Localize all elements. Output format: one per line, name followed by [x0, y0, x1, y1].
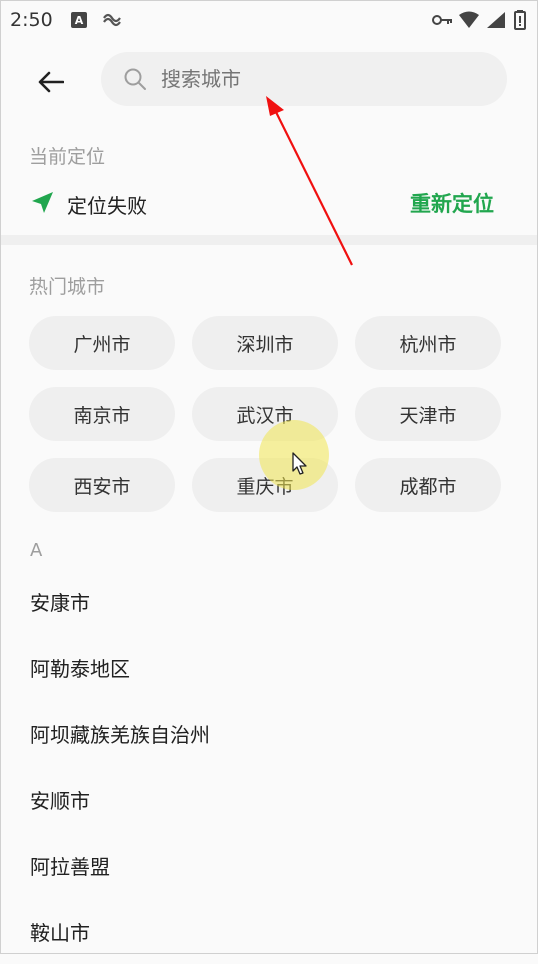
hot-city-chip[interactable]: 成都市	[355, 458, 501, 512]
a-icon: A	[71, 12, 87, 28]
hot-city-chip[interactable]: 西安市	[29, 458, 175, 512]
back-button[interactable]	[28, 62, 74, 102]
section-divider	[0, 235, 538, 245]
hot-city-chip[interactable]: 武汉市	[192, 387, 338, 441]
city-list: 安康市 阿勒泰地区 阿坝藏族羌族自治州 安顺市 阿拉善盟 鞍山市	[0, 568, 538, 964]
current-location-row: 定位失败 重新定位	[0, 180, 538, 226]
status-time: 2:50	[10, 9, 53, 31]
hot-city-chip[interactable]: 重庆市	[192, 458, 338, 512]
wifi-icon	[458, 10, 480, 30]
relocate-button[interactable]: 重新定位	[410, 188, 494, 218]
navigation-arrow-icon	[32, 192, 53, 213]
current-location-title: 当前定位	[29, 146, 106, 168]
city-list-item[interactable]: 安顺市	[0, 766, 538, 832]
city-list-item[interactable]: 阿拉善盟	[0, 832, 538, 898]
city-list-item[interactable]: 阿勒泰地区	[0, 634, 538, 700]
arrow-left-icon	[38, 71, 64, 93]
battery-icon	[514, 10, 526, 30]
city-list-item[interactable]: 鞍山市	[0, 898, 538, 964]
signal-icon	[486, 10, 506, 30]
hot-city-chip[interactable]: 南京市	[29, 387, 175, 441]
location-status: 定位失败	[67, 194, 147, 218]
search-box[interactable]	[101, 52, 507, 106]
key-icon	[432, 10, 454, 30]
hot-cities-title: 热门城市	[29, 276, 106, 298]
bird-icon	[101, 10, 123, 30]
search-input[interactable]	[161, 62, 481, 96]
hot-city-chip[interactable]: 深圳市	[192, 316, 338, 370]
hot-city-chip[interactable]: 杭州市	[355, 316, 501, 370]
city-list-item[interactable]: 安康市	[0, 568, 538, 634]
search-icon	[124, 68, 146, 90]
hot-city-chip[interactable]: 天津市	[355, 387, 501, 441]
status-bar: 2:50 A	[0, 0, 538, 40]
hot-city-chip[interactable]: 广州市	[29, 316, 175, 370]
hot-cities-grid: 广州市 深圳市 杭州市 南京市 武汉市 天津市 西安市 重庆市 成都市	[29, 316, 502, 512]
city-list-item[interactable]: 阿坝藏族羌族自治州	[0, 700, 538, 766]
index-letter-header: A	[30, 540, 43, 561]
